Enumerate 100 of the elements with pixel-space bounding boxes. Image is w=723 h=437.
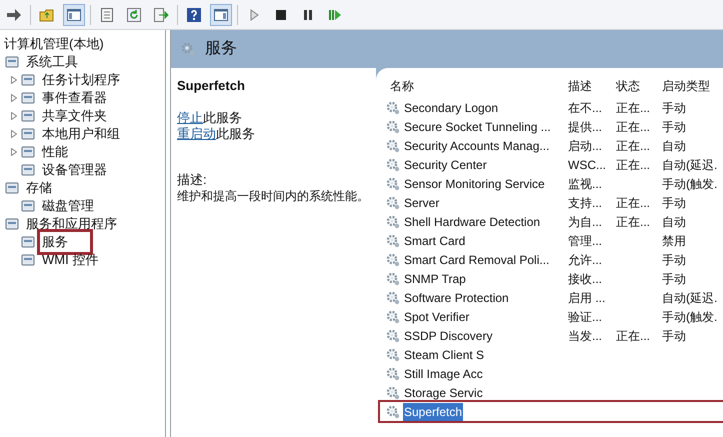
column-header[interactable]: 状态	[612, 77, 658, 95]
gear-icon	[386, 252, 400, 266]
tree-item[interactable]: 存储	[24, 178, 54, 198]
gear-icon	[386, 120, 400, 134]
gear-icon	[386, 196, 400, 210]
table-row[interactable]: Superfetch	[380, 402, 723, 421]
node-icon	[20, 108, 36, 124]
table-cell: 手动(触发.	[662, 310, 718, 324]
gear-icon	[386, 348, 400, 362]
table-cell: 接收...	[568, 272, 602, 286]
expand-icon[interactable]	[11, 76, 17, 84]
table-row[interactable]: Security Center WSC... 正在... 自动(延迟.	[386, 155, 723, 174]
table-row[interactable]: Shell Hardware Detection 为自... 正在... 自动	[386, 212, 723, 231]
expand-icon[interactable]	[11, 112, 17, 120]
table-cell: 正在...	[616, 214, 650, 228]
refresh-icon	[126, 6, 142, 22]
tree-item[interactable]: 磁盘管理	[40, 196, 96, 216]
tree-item[interactable]: 本地用户和组	[40, 124, 122, 144]
tree-item[interactable]: 服务	[40, 232, 90, 252]
table-row[interactable]: SSDP Discovery 当发... 正在... 手动	[386, 326, 723, 345]
table-row[interactable]: SNMP Trap 接收... 手动	[386, 269, 723, 288]
column-header[interactable]: 名称	[386, 77, 564, 95]
tree-item[interactable]: 共享文件夹	[40, 106, 109, 126]
table-cell: 启动...	[568, 138, 602, 152]
service-name-cell-text: Still Image Acc	[403, 366, 484, 382]
table-cell: 手动	[662, 272, 686, 286]
gear-icon	[386, 158, 400, 172]
service-name-cell-text: Secondary Logon	[403, 100, 500, 116]
tree-item[interactable]: 任务计划程序	[40, 70, 122, 90]
table-cell: WSC...	[568, 158, 606, 172]
action-link[interactable]: 停止	[177, 110, 203, 126]
tree-item[interactable]: 计算机管理(本地)	[2, 34, 106, 54]
tree-item[interactable]: 系统工具	[24, 52, 80, 72]
service-name-cell-text: Secure Socket Tunneling ...	[403, 118, 552, 136]
table-cell: 为自...	[568, 214, 602, 228]
expand-icon[interactable]	[11, 94, 17, 102]
table-cell: 正在...	[616, 100, 650, 114]
service-name-cell-text: SSDP Discovery	[403, 328, 494, 344]
node-icon	[20, 198, 36, 214]
column-header[interactable]: 启动类型	[658, 77, 722, 95]
table-cell: 手动(触发.	[662, 176, 718, 190]
table-row[interactable]: Secure Socket Tunneling ... 提供... 正在... 手动	[386, 117, 723, 136]
service-name-cell-text: Storage Servic	[403, 384, 484, 402]
action-link[interactable]: 重启动	[177, 126, 216, 142]
table-row[interactable]: Spot Verifier 验证... 手动(触发.	[386, 307, 723, 326]
table-row[interactable]: Sensor Monitoring Service 监视... 手动(触发.	[386, 174, 723, 193]
service-name-cell-text: Security Accounts Manag...	[403, 138, 550, 154]
service-name-cell-text: Shell Hardware Detection	[403, 214, 542, 230]
tree-item[interactable]: 性能	[40, 142, 70, 162]
node-icon	[20, 144, 36, 160]
table-cell: 正在...	[616, 196, 650, 210]
gear-icon	[386, 234, 400, 248]
table-cell: 手动	[662, 328, 686, 342]
table-row[interactable]: Security Accounts Manag... 启动... 正在... 自动	[386, 136, 723, 155]
tree-item[interactable]: WMI 控件	[40, 250, 100, 270]
gear-icon	[386, 328, 400, 342]
service-name-cell-text: Smart Card Removal Poli...	[403, 252, 550, 268]
gear-icon	[386, 386, 400, 400]
table-cell: 正在...	[616, 328, 650, 342]
table-row[interactable]: Storage Servic	[386, 383, 723, 402]
pane-icon	[213, 6, 229, 22]
service-name-cell-text: Spot Verifier	[403, 308, 470, 326]
table-row[interactable]: Secondary Logon 在不... 正在... 手动	[386, 98, 723, 117]
gear-icon	[181, 42, 195, 56]
link-text: 此服务	[216, 126, 255, 142]
table-row[interactable]: Still Image Acc	[386, 364, 723, 383]
table-cell: 手动	[662, 252, 686, 266]
gear-icon	[386, 138, 400, 152]
table-cell: 禁用	[662, 234, 686, 248]
table-cell: 正在...	[616, 120, 650, 134]
gear-icon	[386, 272, 400, 286]
gear-icon	[386, 404, 400, 418]
gear-icon	[386, 214, 400, 228]
tree-item[interactable]: 服务和应用程序	[24, 214, 119, 234]
description-text: 维护和提高一段时间内的系统性能。	[177, 188, 370, 204]
table-cell: 提供...	[568, 120, 602, 134]
table-row[interactable]: Smart Card 管理... 禁用	[386, 231, 723, 250]
table-cell: 自动	[662, 214, 686, 228]
node-icon	[4, 54, 20, 70]
folder-icon	[39, 6, 55, 22]
expand-icon[interactable]	[11, 130, 17, 138]
table-row[interactable]: Server 支持... 正在... 手动	[386, 193, 723, 212]
node-icon	[20, 252, 36, 268]
link-text: 此服务	[203, 110, 242, 126]
service-name-cell: Superfetch	[403, 402, 464, 420]
table-cell: 允许...	[568, 252, 602, 266]
table-cell: 自动	[662, 138, 686, 152]
service-name: Superfetch	[177, 77, 246, 95]
node-icon	[20, 162, 36, 178]
header-title: 服务	[205, 39, 237, 59]
column-header[interactable]: 描述	[564, 77, 612, 95]
tree-item[interactable]: 事件查看器	[40, 88, 109, 108]
expand-icon[interactable]	[11, 148, 17, 156]
table-cell: 手动	[662, 100, 686, 114]
table-row[interactable]: Software Protection 启用 ... 自动(延迟.	[386, 288, 723, 307]
table-row[interactable]: Steam Client S	[386, 345, 723, 364]
tree-item[interactable]: 设备管理器	[40, 160, 109, 180]
table-cell: 手动	[662, 120, 686, 134]
node-icon	[20, 234, 36, 250]
table-row[interactable]: Smart Card Removal Poli... 允许... 手动	[386, 250, 723, 269]
